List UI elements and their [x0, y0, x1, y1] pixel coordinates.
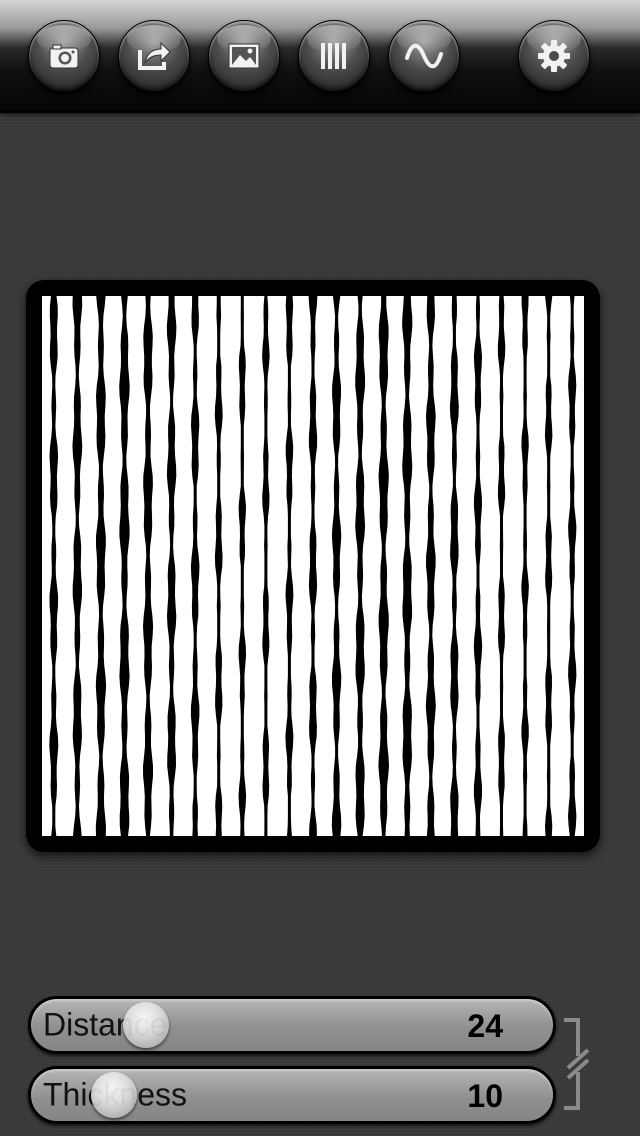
image-icon: [228, 43, 260, 69]
sine-wave-icon: [405, 43, 443, 69]
distance-value: 24: [467, 1007, 503, 1044]
settings-button[interactable]: [518, 20, 590, 92]
share-button[interactable]: [118, 20, 190, 92]
pattern-preview: [26, 280, 600, 852]
share-icon: [138, 41, 171, 70]
distance-slider[interactable]: Distance 24: [28, 996, 556, 1054]
camera-icon: [49, 44, 79, 69]
thickness-slider-knob[interactable]: [91, 1072, 137, 1118]
camera-button[interactable]: [28, 20, 100, 92]
gear-icon: [538, 40, 570, 72]
thickness-value: 10: [467, 1077, 503, 1114]
wave-button[interactable]: [388, 20, 460, 92]
lines-button[interactable]: [298, 20, 370, 92]
thickness-slider[interactable]: Thickness 10: [28, 1066, 556, 1124]
vertical-lines-icon: [321, 43, 346, 69]
photo-button[interactable]: [208, 20, 280, 92]
moire-line-pattern: [42, 296, 584, 836]
toolbar: [0, 0, 640, 113]
link-bracket-icon[interactable]: [558, 1016, 594, 1112]
